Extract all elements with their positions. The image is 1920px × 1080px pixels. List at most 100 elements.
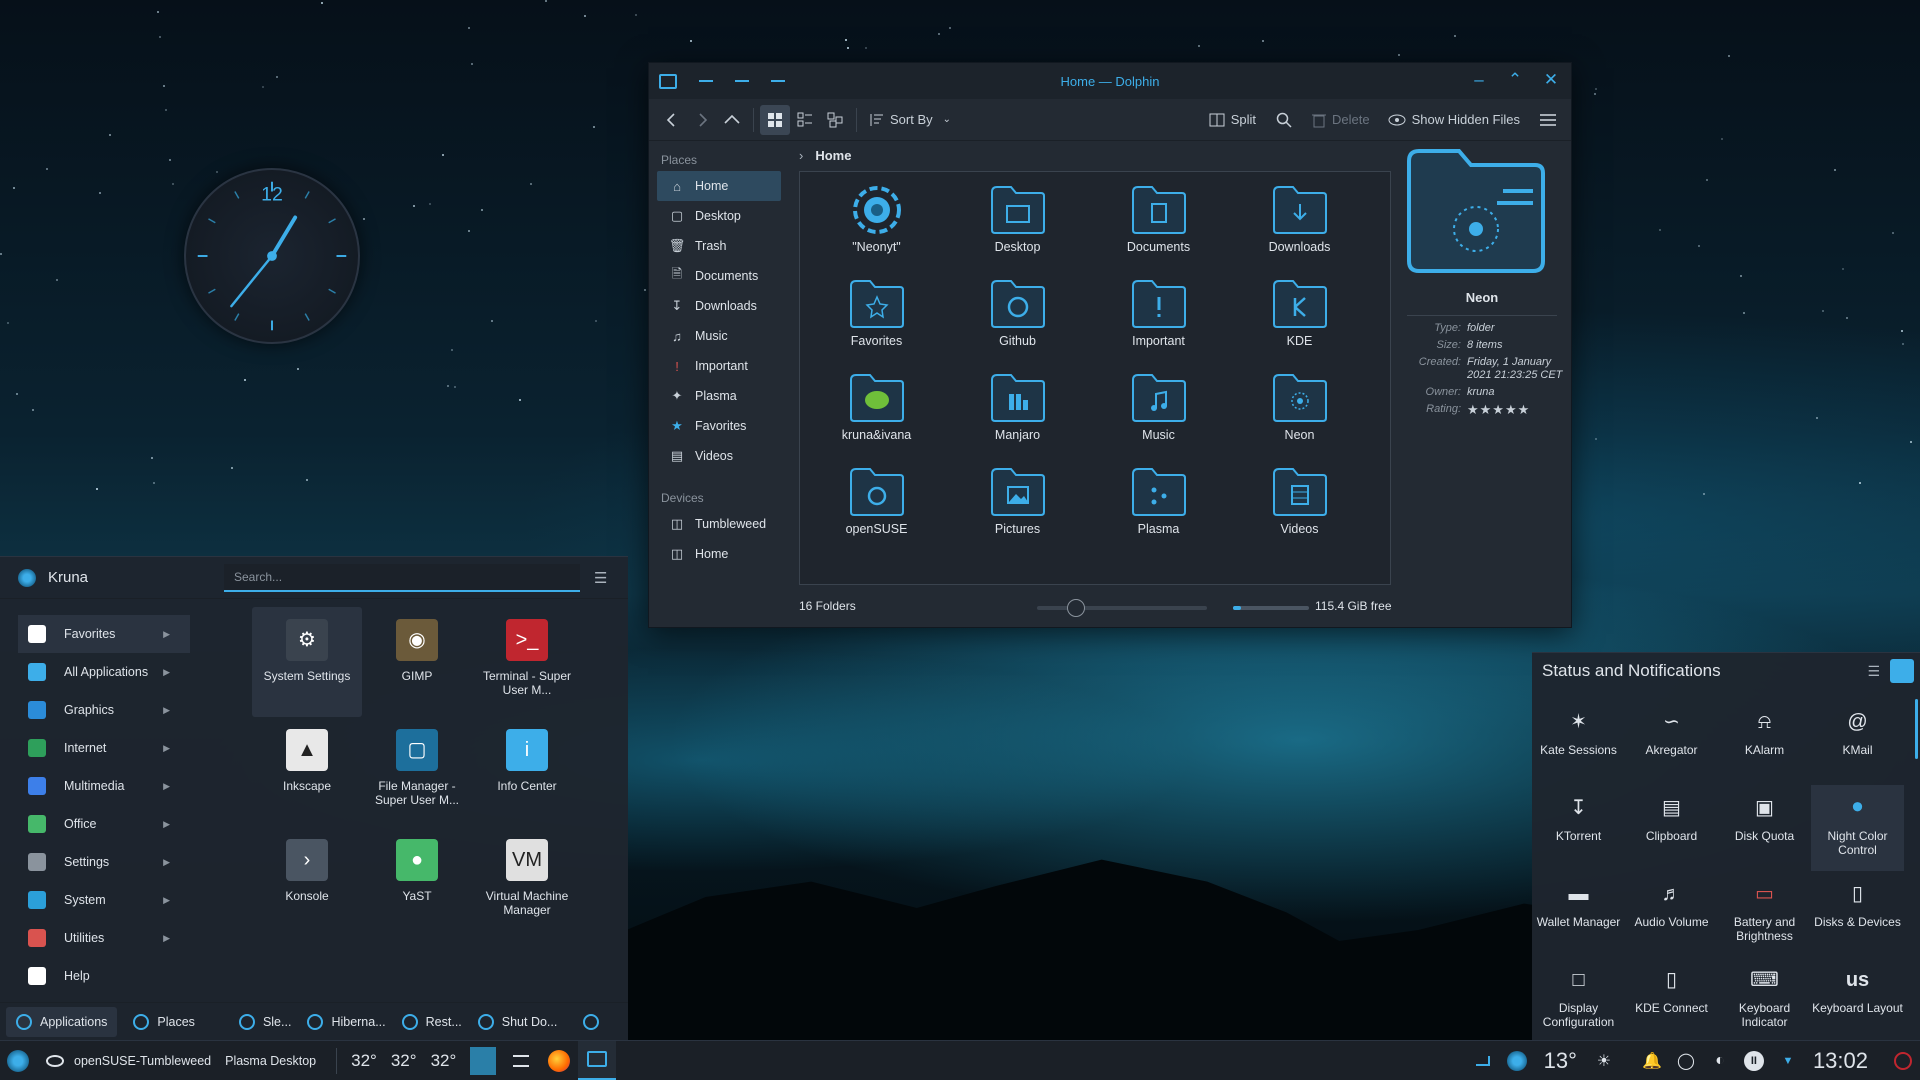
app-item[interactable]: ▲ Inkscape: [252, 717, 362, 827]
show-hidden-files-button[interactable]: Show Hidden Files: [1383, 105, 1525, 135]
tray-item[interactable]: us Keyboard Layout: [1811, 957, 1904, 1043]
night-color-tray-icon[interactable]: ◐: [1703, 1052, 1737, 1070]
hamburger-menu-button[interactable]: [1533, 105, 1563, 135]
category-item[interactable]: System ▶: [0, 881, 196, 919]
neon-tray-icon[interactable]: [1500, 1051, 1534, 1071]
app-item[interactable]: › Konsole: [252, 827, 362, 937]
place-item[interactable]: ▢ Desktop: [657, 201, 781, 231]
category-item[interactable]: Help: [0, 957, 196, 995]
place-item[interactable]: ♫ Music: [657, 321, 781, 351]
applications-tab[interactable]: Applications: [6, 1006, 118, 1037]
tray-item[interactable]: ⌨ Keyboard Indicator: [1718, 957, 1811, 1043]
category-item[interactable]: All Applications ▶: [0, 653, 196, 691]
weather-temperature[interactable]: 13°: [1544, 1048, 1577, 1074]
notifications-bell-icon[interactable]: 🔔: [1635, 1051, 1669, 1071]
up-button[interactable]: [717, 105, 747, 135]
hibernate-button[interactable]: Hiberna...: [301, 1007, 391, 1037]
file-view[interactable]: "Neonyt" Desktop Documents Downloads Favorit…: [799, 171, 1391, 585]
place-item[interactable]: ✦ Plasma: [657, 381, 781, 411]
place-item[interactable]: ◫ Home: [657, 539, 781, 569]
back-button[interactable]: [657, 105, 687, 135]
distro-widget[interactable]: openSUSE-Tumbleweed Plasma Desktop: [46, 1054, 330, 1068]
file-item[interactable]: Favorites: [806, 278, 947, 372]
tray-item[interactable]: ▯ KDE Connect: [1625, 957, 1718, 1043]
file-item[interactable]: openSUSE: [806, 466, 947, 560]
cpu-temp-2[interactable]: 32°: [391, 1051, 417, 1071]
launcher-search-input[interactable]: Search...: [224, 563, 580, 592]
file-item[interactable]: KDE: [1229, 278, 1370, 372]
app-item[interactable]: ◉ GIMP: [362, 607, 472, 717]
tray-scrollbar[interactable]: [1915, 699, 1918, 759]
place-item[interactable]: ★ Favorites: [657, 411, 781, 441]
tray-config-icon[interactable]: ☰: [1867, 663, 1880, 680]
tray-item[interactable]: ∽ Akregator: [1625, 699, 1718, 785]
maximize-button[interactable]: ⌃: [1503, 69, 1527, 93]
sort-by-button[interactable]: Sort By ⌄: [863, 105, 956, 135]
close-button[interactable]: ✕: [1539, 69, 1563, 93]
delete-button[interactable]: Delete: [1307, 105, 1375, 135]
zoom-slider[interactable]: [1037, 599, 1207, 617]
app-item[interactable]: ⚙ System Settings: [252, 607, 362, 717]
place-item[interactable]: ▤ Videos: [657, 441, 781, 471]
application-launcher-button[interactable]: [0, 1041, 36, 1080]
leave-button[interactable]: [577, 1007, 613, 1037]
tray-item[interactable]: ⚫ Night Color Control: [1811, 785, 1904, 871]
digital-clock[interactable]: 13:02: [1813, 1048, 1868, 1074]
category-item[interactable]: Utilities ▶: [0, 919, 196, 957]
category-item[interactable]: Internet ▶: [0, 729, 196, 767]
application-launcher[interactable]: Kruna Search... ☰ Favorites ▶ All Applicat…: [0, 556, 628, 1040]
place-item[interactable]: 🗎 Documents: [657, 261, 781, 291]
zoom-slider-handle[interactable]: [1067, 599, 1086, 617]
show-desktop-icon[interactable]: [1886, 1052, 1920, 1070]
place-item[interactable]: ! Important: [657, 351, 781, 381]
tray-item[interactable]: @ KMail: [1811, 699, 1904, 785]
file-item[interactable]: Music: [1088, 372, 1229, 466]
app-item[interactable]: ▢ File Manager - Super User M...: [362, 717, 472, 827]
system-monitor-task[interactable]: [502, 1041, 540, 1080]
restart-button[interactable]: Rest...: [396, 1007, 468, 1037]
tray-item[interactable]: ▬ Wallet Manager: [1532, 871, 1625, 957]
app-item[interactable]: >_ Terminal - Super User M...: [472, 607, 582, 717]
places-tab[interactable]: Places: [123, 1007, 205, 1037]
tray-item[interactable]: ▯ Disks & Devices: [1811, 871, 1904, 957]
file-item[interactable]: Pictures: [947, 466, 1088, 560]
file-item[interactable]: Plasma: [1088, 466, 1229, 560]
file-item[interactable]: Videos: [1229, 466, 1370, 560]
tray-item[interactable]: □ Display Configuration: [1532, 957, 1625, 1043]
details-view-button[interactable]: [820, 105, 850, 135]
category-item[interactable]: Multimedia ▶: [0, 767, 196, 805]
firefox-task[interactable]: [540, 1041, 578, 1080]
file-item[interactable]: Important: [1088, 278, 1229, 372]
dolphin-window[interactable]: Home — Dolphin – ⌃ ✕ Sort By ⌄ Split Del…: [648, 62, 1572, 628]
launcher-config-icon[interactable]: ☰: [594, 569, 607, 587]
tray-item[interactable]: ✶ Kate Sessions: [1532, 699, 1625, 785]
place-item[interactable]: 🗑 Trash: [657, 231, 781, 261]
file-item[interactable]: Desktop: [947, 184, 1088, 278]
sleep-button[interactable]: Sle...: [233, 1007, 298, 1037]
status-and-notifications-popup[interactable]: Status and Notifications ☰ ✶ Kate Session…: [1532, 652, 1920, 1040]
category-item[interactable]: Settings ▶: [0, 843, 196, 881]
tray-item[interactable]: ▭ Battery and Brightness: [1718, 871, 1811, 957]
network-icon[interactable]: ◯: [1669, 1051, 1703, 1071]
file-item[interactable]: "Neonyt": [806, 184, 947, 278]
place-item[interactable]: ◫ Tumbleweed: [657, 509, 781, 539]
tray-expand-arrow-icon[interactable]: ▼: [1771, 1055, 1805, 1067]
tray-item[interactable]: ↧ KTorrent: [1532, 785, 1625, 871]
file-item[interactable]: Github: [947, 278, 1088, 372]
app-item[interactable]: VM Virtual Machine Manager: [472, 827, 582, 937]
cpu-temp-1[interactable]: 32°: [351, 1051, 377, 1071]
file-item[interactable]: Downloads: [1229, 184, 1370, 278]
analog-clock-widget[interactable]: 12: [184, 168, 360, 344]
tray-item[interactable]: ⍾ KAlarm: [1718, 699, 1811, 785]
icons-view-button[interactable]: [760, 104, 790, 135]
window-titlebar[interactable]: Home — Dolphin – ⌃ ✕: [649, 63, 1571, 99]
file-item[interactable]: Neon: [1229, 372, 1370, 466]
app-item[interactable]: ● YaST: [362, 827, 472, 937]
file-item[interactable]: Manjaro: [947, 372, 1088, 466]
shutdown-button[interactable]: Shut Do...: [472, 1007, 564, 1037]
place-item[interactable]: ↧ Downloads: [657, 291, 781, 321]
media-pause-icon[interactable]: II: [1737, 1051, 1771, 1071]
rating-stars[interactable]: ★★★★★: [1467, 403, 1563, 416]
split-button[interactable]: Split: [1204, 105, 1261, 135]
breadcrumb-home[interactable]: Home: [815, 148, 851, 163]
